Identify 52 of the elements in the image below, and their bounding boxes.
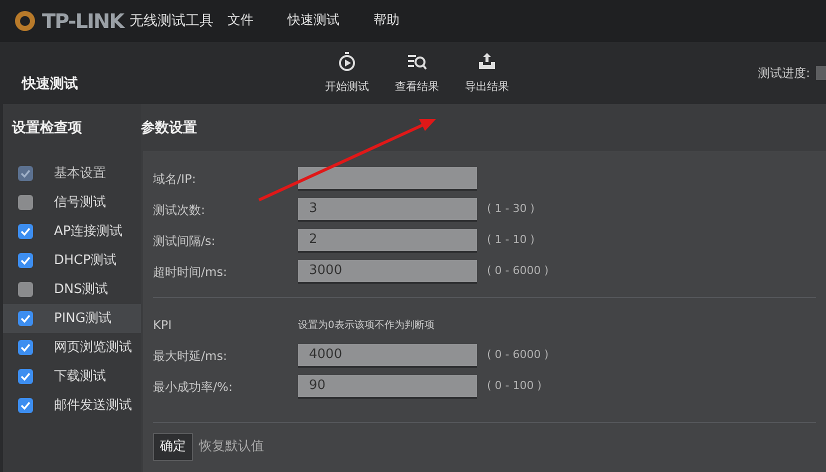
checkbox[interactable] bbox=[18, 224, 33, 239]
input-field[interactable] bbox=[298, 166, 477, 190]
input-field[interactable]: 3 bbox=[298, 198, 477, 222]
menu-item[interactable]: 快速测试 bbox=[288, 11, 340, 31]
menu-item[interactable]: 文件 bbox=[228, 11, 254, 31]
sidebar-item[interactable]: AP连接测试 bbox=[3, 217, 141, 246]
sidebar-item[interactable]: 信号测试 bbox=[3, 188, 141, 217]
progress-label: 测试进度: bbox=[758, 65, 810, 82]
section-title: 参数设置 bbox=[141, 119, 198, 138]
checkbox[interactable] bbox=[18, 282, 33, 297]
input-field[interactable]: 2 bbox=[298, 228, 477, 252]
sidebar-title: 设置检查项 bbox=[10, 119, 83, 138]
sidebar-item[interactable]: 网页浏览测试 bbox=[3, 333, 141, 362]
progress-track bbox=[816, 66, 826, 80]
range-hint: ( 0 - 6000 ) bbox=[487, 263, 549, 280]
toolbar-button[interactable]: 开始测试 bbox=[312, 50, 382, 96]
brand-name: TP-LINK bbox=[42, 8, 124, 35]
sidebar-item[interactable]: DHCP测试 bbox=[3, 246, 141, 275]
checkbox[interactable] bbox=[18, 369, 33, 384]
sidebar-item[interactable]: PING测试 bbox=[3, 304, 141, 333]
kpi-label: KPI bbox=[153, 317, 173, 334]
range-hint: ( 0 - 100 ) bbox=[487, 378, 542, 394]
input-field[interactable]: 90 bbox=[298, 374, 477, 398]
checkbox[interactable] bbox=[18, 195, 33, 210]
checkbox[interactable] bbox=[18, 253, 33, 268]
reset-link[interactable]: 恢复默认值 bbox=[199, 437, 264, 456]
logo-icon bbox=[14, 10, 36, 32]
range-hint: ( 0 - 6000 ) bbox=[487, 347, 549, 364]
toolbar-button[interactable]: 导出结果 bbox=[452, 50, 522, 96]
confirm-button[interactable]: 确定 bbox=[153, 433, 193, 460]
page-title: 快速测试 bbox=[22, 74, 79, 94]
field-label: 最大时延/ms: bbox=[153, 348, 228, 364]
toolbar-button[interactable]: 查看结果 bbox=[382, 50, 452, 96]
input-field[interactable]: 3000 bbox=[298, 260, 477, 284]
input-field[interactable]: 4000 bbox=[298, 344, 477, 368]
field-label: 最小成功率/%: bbox=[153, 378, 234, 396]
checkbox[interactable] bbox=[18, 311, 33, 326]
field-label: 超时时间/ms: bbox=[153, 264, 228, 280]
stopwatch-play-icon bbox=[336, 50, 358, 73]
checkbox[interactable] bbox=[18, 340, 33, 355]
menu-item[interactable]: 帮助 bbox=[374, 11, 400, 31]
sidebar-item[interactable]: 下载测试 bbox=[3, 362, 141, 391]
range-hint: ( 1 - 10 ) bbox=[487, 232, 535, 248]
app-title: 无线测试工具 bbox=[130, 12, 214, 30]
field-label: 域名/IP: bbox=[153, 170, 197, 188]
field-label: 测试间隔/s: bbox=[153, 232, 216, 250]
sidebar-item[interactable]: 邮件发送测试 bbox=[3, 391, 141, 420]
sidebar-item[interactable]: DNS测试 bbox=[3, 275, 141, 304]
field-label: 测试次数: bbox=[153, 202, 206, 218]
checkbox[interactable] bbox=[18, 398, 33, 413]
kpi-note: 设置为0表示该项不作为判断项 bbox=[298, 318, 434, 332]
range-hint: ( 1 - 30 ) bbox=[487, 201, 535, 218]
